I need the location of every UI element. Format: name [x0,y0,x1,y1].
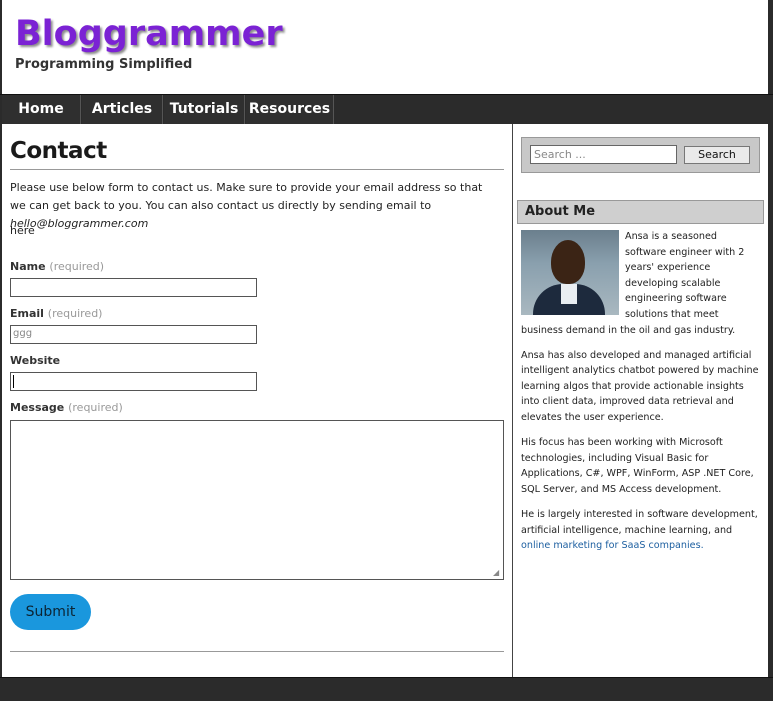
contact-intro: Please use below form to contact us. Mak… [10,179,498,233]
nav-item-home[interactable]: Home [2,95,81,124]
form-bottom-divider [10,651,504,652]
website-label: Website [10,354,61,367]
avatar-head-shape [551,240,585,284]
email-label-text: Email [10,307,44,320]
nav-item-resources[interactable]: Resources [246,95,334,124]
footer-bar [0,677,773,701]
name-label: Name (required) [10,260,104,273]
message-label-text: Message [10,401,65,414]
nav-item-articles[interactable]: Articles [82,95,163,124]
title-divider [10,169,504,170]
message-textarea[interactable]: ◢ [10,420,504,580]
email-field[interactable]: ggg [10,325,257,344]
avatar-collar-shape [561,284,577,304]
saas-marketing-link[interactable]: online marketing for SaaS companies. [521,540,704,551]
search-button[interactable]: Search [684,146,750,164]
site-title[interactable]: Bloggrammer [15,14,283,54]
submit-button[interactable]: Submit [10,594,91,630]
search-widget: Search ... Search [521,137,760,173]
sidebar: Search ... Search About Me Ansa is a sea… [513,124,768,677]
author-photo [521,230,619,315]
site-header: Bloggrammer Programming Simplified [2,0,768,94]
about-paragraph-4-text: He is largely interested in software dev… [521,509,758,536]
name-required-note: (required) [49,260,105,273]
main-nav: Home Articles Tutorials Resources [0,94,773,124]
resize-grip-icon[interactable]: ◢ [493,569,501,577]
page-title: Contact [10,138,107,164]
site-tagline: Programming Simplified [15,57,193,72]
about-paragraph-2: Ansa has also developed and managed arti… [521,349,759,424]
message-label: Message (required) [10,401,123,414]
name-label-text: Name [10,260,46,273]
intro-here-text: here [10,224,35,237]
message-required-note: (required) [68,401,123,414]
about-paragraph-3: His focus has been working with Microsof… [521,437,754,495]
search-input[interactable]: Search ... [530,145,677,164]
intro-text: Please use below form to contact us. Mak… [10,181,483,212]
about-me-body: Ansa is a seasoned software engineer wit… [521,229,761,563]
email-label: Email (required) [10,307,102,320]
website-field[interactable] [10,372,257,391]
name-field[interactable] [10,278,257,297]
main-content: Contact Please use below form to contact… [2,124,512,677]
nav-item-tutorials[interactable]: Tutorials [164,95,245,124]
about-me-heading: About Me [517,200,764,224]
email-required-note: (required) [47,307,103,320]
text-caret [13,375,14,388]
about-paragraph-4: He is largely interested in software dev… [521,507,761,554]
